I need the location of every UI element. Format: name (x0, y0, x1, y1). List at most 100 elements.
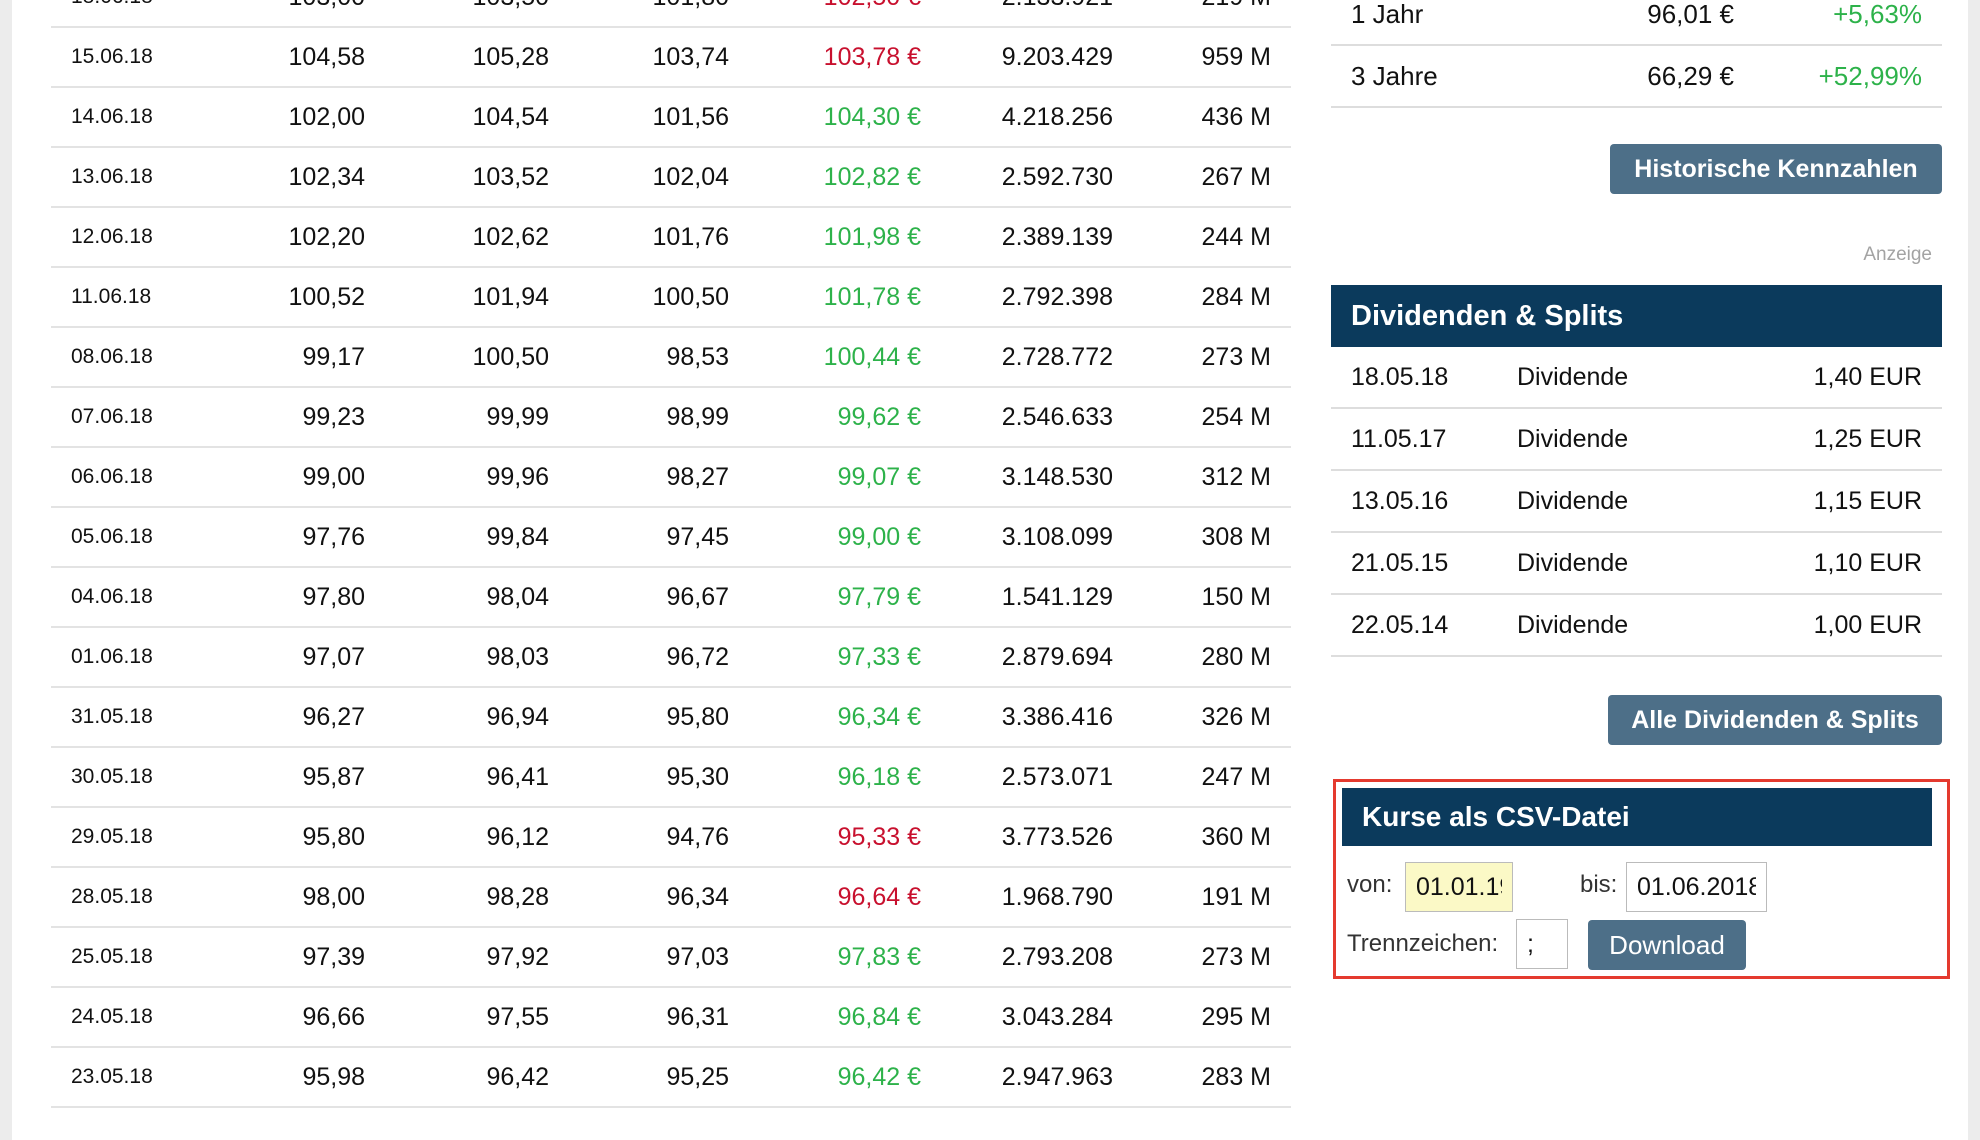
row-date: 25.05.18 (71, 945, 153, 968)
row-date: 28.05.18 (71, 885, 153, 908)
performance-row: 3 Jahre 66,29 € +52,99% (1331, 46, 1942, 108)
dividend-date: 18.05.18 (1351, 363, 1449, 391)
row-volume: 3.108.099 (1001, 523, 1113, 551)
row-volume: 2.947.963 (1001, 1063, 1113, 1091)
row-open: 102,00 (288, 103, 365, 131)
row-open: 103,00 (289, 0, 365, 26)
dividend-date: 11.05.17 (1351, 425, 1447, 453)
row-volume: 2.389.139 (1001, 223, 1113, 251)
row-low: 100,50 (652, 283, 729, 311)
row-high: 100,50 (472, 343, 549, 371)
row-date: 18.06.18 (71, 0, 153, 26)
performance-period: 3 Jahre (1351, 61, 1438, 91)
row-date: 04.06.18 (71, 585, 153, 608)
dividend-type: Dividende (1517, 425, 1629, 453)
row-low: 98,99 (666, 403, 729, 431)
row-turnover: 150 M (1201, 583, 1271, 611)
download-button[interactable]: Download (1588, 920, 1746, 970)
historical-metrics-button[interactable]: Historische Kennzahlen (1610, 144, 1942, 194)
row-volume: 3.773.526 (1001, 823, 1113, 851)
row-low: 96,31 (666, 1003, 729, 1031)
row-close: 99,07 € (837, 463, 921, 491)
row-open: 100,52 (288, 283, 365, 311)
row-close: 101,78 € (823, 283, 921, 311)
row-open: 95,98 (302, 1063, 365, 1091)
row-volume: 3.386.416 (1001, 703, 1113, 731)
separator-input[interactable] (1516, 919, 1568, 969)
row-high: 103,50 (473, 0, 549, 26)
row-high: 99,84 (486, 523, 549, 551)
row-turnover: 360 M (1201, 823, 1271, 851)
performance-period: 1 Jahr (1351, 0, 1424, 29)
row-date: 01.06.18 (71, 645, 153, 668)
table-row: 30.05.18 95,87 96,41 95,30 96,18 € 2.573.071 2… (51, 748, 1291, 808)
row-low: 95,80 (666, 703, 729, 731)
from-date-input[interactable] (1405, 862, 1513, 912)
row-date: 30.05.18 (71, 765, 153, 788)
row-close: 101,98 € (823, 223, 921, 251)
row-open: 95,87 (302, 763, 365, 791)
row-close: 96,34 € (837, 703, 921, 731)
row-low: 103,74 (652, 43, 729, 71)
row-low: 101,76 (652, 223, 729, 251)
page: 18.06.18 103,00 103,50 101,80 102,50 € 2.133.… (12, 0, 1968, 1140)
performance-price: 66,29 € (1647, 61, 1734, 91)
dividend-date: 22.05.14 (1351, 611, 1449, 639)
dividend-type: Dividende (1517, 487, 1629, 515)
table-row: 01.06.18 97,07 98,03 96,72 97,33 € 2.879.694 2… (51, 628, 1291, 688)
row-close: 95,33 € (837, 823, 921, 851)
table-row: 18.06.18 103,00 103,50 101,80 102,50 € 2.133.… (51, 0, 1291, 28)
row-turnover: 312 M (1201, 463, 1271, 491)
all-dividends-button[interactable]: Alle Dividenden & Splits (1608, 695, 1942, 745)
row-open: 102,34 (288, 163, 365, 191)
row-turnover: 191 M (1201, 883, 1271, 911)
row-date: 15.06.18 (71, 45, 153, 68)
dividend-date: 13.05.16 (1351, 487, 1449, 515)
row-high: 104,54 (472, 103, 549, 131)
row-open: 97,80 (302, 583, 365, 611)
row-close: 96,84 € (837, 1003, 921, 1031)
row-turnover: 308 M (1201, 523, 1271, 551)
table-row: 25.05.18 97,39 97,92 97,03 97,83 € 2.793.208 2… (51, 928, 1291, 988)
table-row: 23.05.18 95,98 96,42 95,25 96,42 € 2.947.963 2… (51, 1048, 1291, 1108)
row-date: 12.06.18 (71, 225, 153, 248)
row-low: 101,80 (653, 0, 729, 26)
table-row: 31.05.18 96,27 96,94 95,80 96,34 € 3.386.416 3… (51, 688, 1291, 748)
row-open: 99,23 (302, 403, 365, 431)
table-row: 15.06.18 104,58 105,28 103,74 103,78 € 9.203.… (51, 28, 1291, 88)
row-close: 99,62 € (837, 403, 921, 431)
row-date: 08.06.18 (71, 345, 153, 368)
to-date-input[interactable] (1626, 862, 1767, 912)
row-volume: 3.043.284 (1001, 1003, 1113, 1031)
from-label: von: (1347, 871, 1393, 898)
dividend-amount: 1,10 EUR (1813, 549, 1922, 577)
performance-change: +52,99% (1818, 61, 1922, 91)
row-close: 102,50 € (824, 0, 921, 26)
table-row: 12.06.18 102,20 102,62 101,76 101,98 € 2.389.… (51, 208, 1291, 268)
dividend-type: Dividende (1517, 611, 1629, 639)
row-volume: 2.793.208 (1001, 943, 1113, 971)
row-open: 99,17 (302, 343, 365, 371)
row-date: 14.06.18 (71, 105, 153, 128)
dividend-type: Dividende (1517, 363, 1629, 391)
row-close: 96,64 € (837, 883, 921, 911)
table-row: 08.06.18 99,17 100,50 98,53 100,44 € 2.728.77… (51, 328, 1291, 388)
table-row: 07.06.18 99,23 99,99 98,99 99,62 € 2.546.633 2… (51, 388, 1291, 448)
row-volume: 3.148.530 (1001, 463, 1113, 491)
row-low: 96,67 (666, 583, 729, 611)
row-turnover: 254 M (1201, 403, 1271, 431)
row-low: 95,30 (666, 763, 729, 791)
row-close: 103,78 € (823, 43, 921, 71)
row-turnover: 284 M (1201, 283, 1271, 311)
row-open: 98,00 (302, 883, 365, 911)
row-date: 29.05.18 (71, 825, 153, 848)
table-row: 14.06.18 102,00 104,54 101,56 104,30 € 4.218.… (51, 88, 1291, 148)
row-high: 98,04 (486, 583, 549, 611)
csv-download-box: Kurse als CSV-Datei von: bis: Trennzeich… (1333, 779, 1950, 979)
row-volume: 2.792.398 (1001, 283, 1113, 311)
performance-table: 1 Jahr 96,01 € +5,63% 3 Jahre 66,29 € +52,99% (1331, 0, 1942, 108)
performance-price: 96,01 € (1647, 0, 1734, 29)
row-date: 24.05.18 (71, 1005, 153, 1028)
row-turnover: 436 M (1201, 103, 1271, 131)
row-date: 05.06.18 (71, 525, 153, 548)
